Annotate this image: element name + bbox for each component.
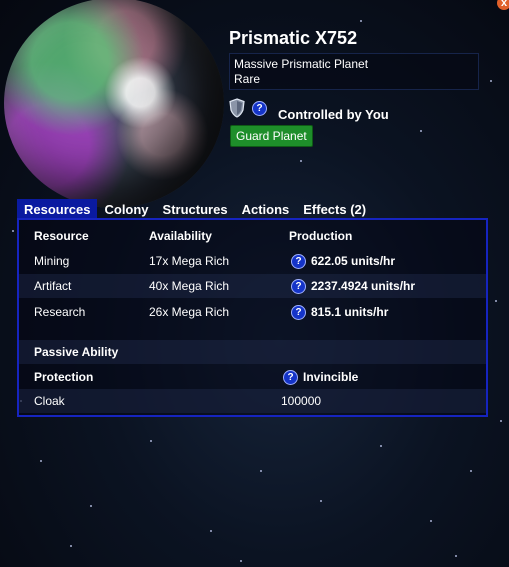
passive-ability-value: Invincible [303,370,359,384]
close-icon[interactable]: x [497,0,509,10]
passive-stat-value: 100000 [281,394,322,408]
help-icon[interactable]: ? [283,370,298,385]
passive-stat-name: Cloak [34,394,65,408]
shield-icon [229,98,245,118]
tab-colony[interactable]: Colony [97,199,155,220]
tab-effects[interactable]: Effects (2) [296,199,373,220]
control-status: Controlled by You [278,107,389,122]
resource-production: 622.05 units/hr [311,254,396,268]
help-icon[interactable]: ? [291,305,306,320]
column-header-production: Production [289,229,353,243]
resources-panel: Resource Availability Production Mining … [17,218,488,417]
planet-image [4,0,224,208]
passive-ability-row: Protection ? Invincible [19,365,486,389]
resource-availability: 40x Mega Rich [149,279,230,293]
passive-ability-header: Passive Ability [19,340,486,364]
resource-production: 815.1 units/hr [311,305,389,319]
resource-name: Mining [34,254,70,268]
table-row: Artifact 40x Mega Rich ? 2237.4924 units… [19,274,486,298]
resource-availability: 26x Mega Rich [149,305,230,319]
planet-description: Massive Prismatic Planet [234,57,369,71]
resource-production: 2237.4924 units/hr [311,279,416,293]
tab-actions[interactable]: Actions [235,199,297,220]
passive-ability-name: Protection [34,370,94,384]
column-header-resource: Resource [34,229,89,243]
table-row: Mining 17x Mega Rich ? 622.05 units/hr [19,249,486,273]
planet-title: Prismatic X752 [229,28,358,48]
resource-name: Research [34,305,86,319]
resource-name: Artifact [34,279,72,293]
guard-planet-button[interactable]: Guard Planet [230,125,313,147]
passive-ability-title: Passive Ability [34,345,119,359]
column-header-availability: Availability [149,229,212,243]
help-icon[interactable]: ? [291,254,306,269]
tab-resources[interactable]: Resources [17,199,98,220]
resource-availability: 17x Mega Rich [149,254,230,268]
table-row: Research 26x Mega Rich ? 815.1 units/hr [19,300,486,324]
planet-description-box: Massive Prismatic Planet Rare [229,53,479,90]
help-icon[interactable]: ? [252,101,267,116]
tab-bar: Resources Colony Structures Actions Effe… [17,199,373,220]
planet-rarity: Rare [234,72,261,86]
tab-structures[interactable]: Structures [156,199,235,220]
passive-stat-row: Cloak 100000 [19,389,486,413]
table-header-row: Resource Availability Production [19,224,486,248]
help-icon[interactable]: ? [291,279,306,294]
